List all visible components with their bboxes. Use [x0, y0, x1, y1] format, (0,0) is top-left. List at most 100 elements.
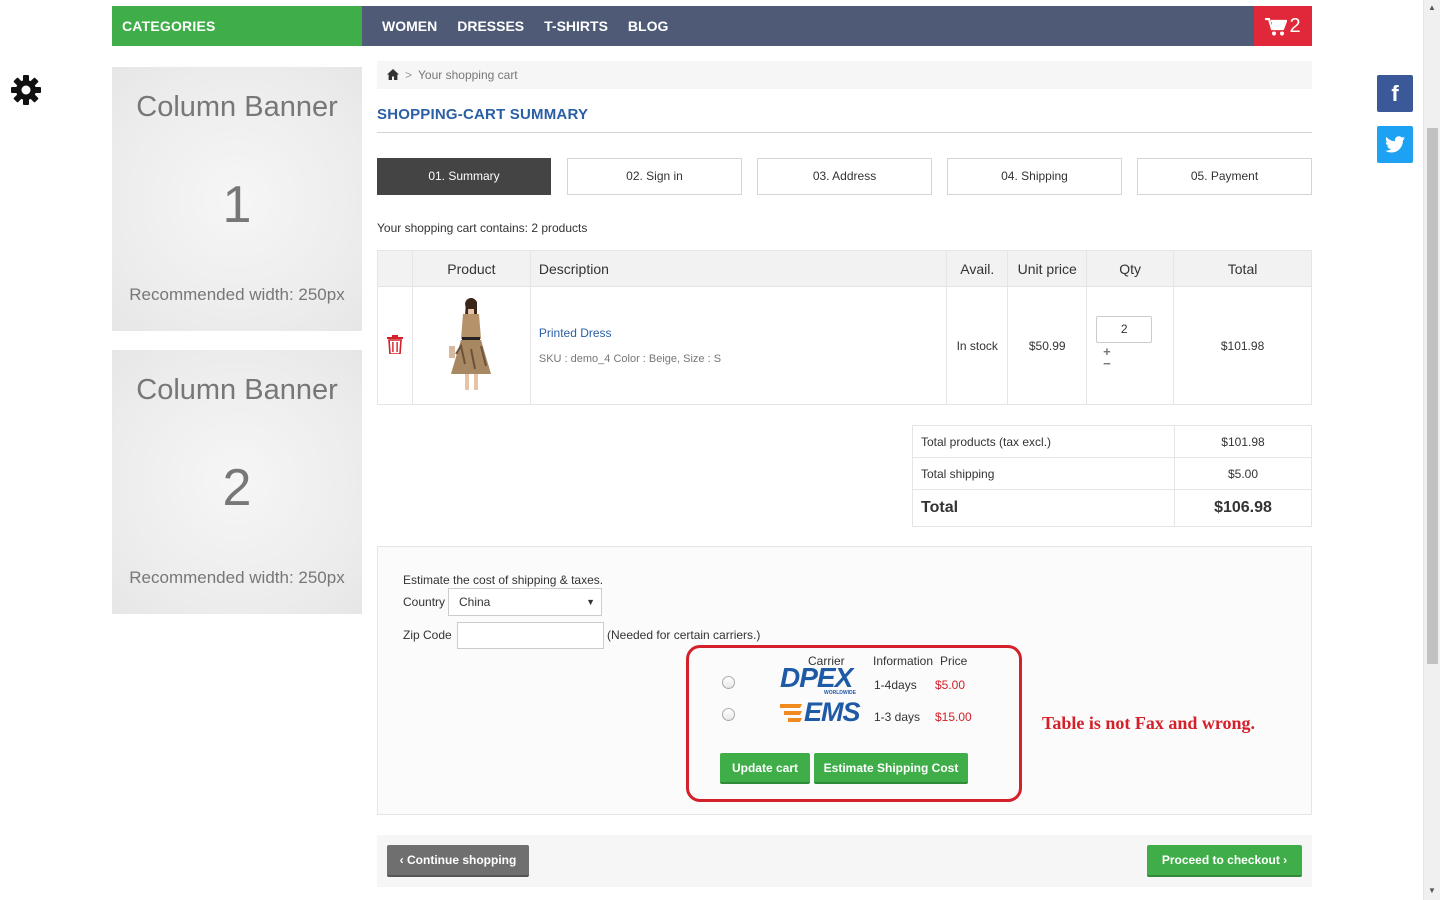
zip-code-input[interactable] — [457, 622, 604, 649]
dropdown-caret-icon: ▼ — [586, 597, 595, 607]
carrier-radio-ems[interactable] — [722, 708, 735, 721]
banner-title: Column Banner — [136, 91, 338, 123]
cart-button[interactable]: 2 — [1254, 6, 1312, 46]
step-shipping[interactable]: 04. Shipping — [947, 158, 1122, 195]
header-unit-price: Unit price — [1007, 250, 1088, 287]
home-icon[interactable] — [387, 69, 399, 80]
settings-gear-icon[interactable] — [10, 74, 42, 106]
price-column-header: Price — [940, 654, 968, 668]
continue-shopping-label: Continue shopping — [407, 853, 517, 867]
information-column-header: Information — [873, 654, 934, 668]
remove-cell — [377, 286, 413, 405]
shopping-cart-icon — [1265, 17, 1289, 36]
carrier-price: $5.00 — [935, 678, 966, 692]
country-selected-value: China — [459, 595, 491, 609]
country-select[interactable]: China ▼ — [448, 588, 602, 616]
country-label: Country — [403, 595, 446, 609]
update-cart-button[interactable]: Update cart — [720, 753, 810, 784]
carrier-days: 1-4days — [874, 678, 917, 692]
banner-title: Column Banner — [136, 374, 338, 406]
header-description: Description — [529, 250, 948, 287]
total-products-label: Total products (tax excl.) — [912, 425, 1175, 458]
product-image-cell — [411, 286, 531, 405]
scroll-down-arrow-icon[interactable]: ▼ — [1428, 886, 1436, 895]
cart-count: 2 — [1289, 15, 1301, 37]
page-scrollbar[interactable]: ▲ ▼ — [1423, 0, 1440, 900]
header-qty: Qty — [1086, 250, 1175, 287]
row-total-cell: $101.98 — [1173, 286, 1312, 405]
continue-shopping-button[interactable]: ‹ Continue shopping — [387, 845, 529, 877]
twitter-icon — [1385, 136, 1405, 153]
facebook-icon: f — [1391, 80, 1399, 106]
unit-price-cell: $50.99 — [1007, 286, 1088, 405]
step-summary[interactable]: 01. Summary — [377, 158, 551, 195]
estimate-shipping-cost-button[interactable]: Estimate Shipping Cost — [814, 753, 968, 784]
avail-cell: In stock — [946, 286, 1009, 405]
product-image[interactable] — [441, 294, 501, 394]
ems-logo-text: EMS — [804, 697, 861, 727]
column-banner-2[interactable]: Column Banner 2 Recommended width: 250px — [112, 350, 362, 614]
ems-logo: EMS — [780, 697, 872, 730]
header-remove — [377, 250, 413, 287]
step-sign-in[interactable]: 02. Sign in — [567, 158, 742, 195]
menu-item-blog[interactable]: BLOG — [628, 6, 668, 46]
breadcrumb-current: Your shopping cart — [418, 68, 518, 82]
zip-note: (Needed for certain carriers.) — [607, 628, 761, 642]
banner-recommend-text: Recommended width: 250px — [129, 285, 345, 304]
cart-actions-bar: ‹ Continue shopping Proceed to checkout … — [377, 835, 1312, 887]
header-product: Product — [411, 250, 531, 287]
estimate-intro: Estimate the cost of shipping & taxes. — [403, 573, 604, 587]
page-title: SHOPPING-CART SUMMARY — [377, 106, 1312, 133]
dpex-logo-sub: WORLDWIDE — [824, 690, 856, 696]
qty-cell: 2 + − — [1086, 286, 1175, 405]
column-banner-1[interactable]: Column Banner 1 Recommended width: 250px — [112, 67, 362, 331]
annotation-note: Table is not Fax and wrong. — [1042, 713, 1256, 733]
chevron-right-icon: › — [1279, 853, 1288, 867]
zip-label: Zip Code — [403, 628, 452, 642]
top-navigation-bar: CATEGORIES WOMEN DRESSES T-SHIRTS BLOG 2 — [112, 6, 1312, 46]
qty-minus-icon[interactable]: − — [1103, 357, 1173, 370]
menu-item-t-shirts[interactable]: T-SHIRTS — [544, 6, 608, 46]
menu-item-women[interactable]: WOMEN — [382, 6, 437, 46]
breadcrumb-separator: > — [405, 68, 413, 82]
totals-table: Total products (tax excl.) $101.98 Total… — [912, 425, 1312, 527]
cart-table-header: Product Description Avail. Unit price Qt… — [377, 250, 1312, 287]
step-address[interactable]: 03. Address — [757, 158, 932, 195]
grand-total-value: $106.98 — [1174, 489, 1312, 527]
qty-plus-icon[interactable]: + — [1103, 345, 1173, 358]
carrier-price: $15.00 — [935, 710, 972, 724]
main-menu: WOMEN DRESSES T-SHIRTS BLOG — [382, 6, 688, 46]
product-name-link[interactable]: Printed Dress — [539, 326, 946, 340]
proceed-to-checkout-label: Proceed to checkout — [1161, 853, 1280, 867]
total-shipping-label: Total shipping — [912, 457, 1175, 490]
trash-icon[interactable] — [386, 334, 403, 355]
twitter-share-button[interactable] — [1377, 126, 1413, 163]
cart-table: Product Description Avail. Unit price Qt… — [377, 250, 1312, 405]
step-payment[interactable]: 05. Payment — [1137, 158, 1312, 195]
facebook-share-button[interactable]: f — [1377, 75, 1413, 112]
chevron-left-icon: ‹ — [399, 853, 408, 867]
carrier-radio-dpex[interactable] — [722, 676, 735, 689]
dpex-logo: DPEX WORLDWIDE — [780, 662, 872, 698]
estimate-shipping-panel: Estimate the cost of shipping & taxes. C… — [377, 546, 1312, 815]
proceed-to-checkout-button[interactable]: Proceed to checkout › — [1147, 845, 1302, 877]
total-shipping-value: $5.00 — [1174, 457, 1312, 490]
quantity-input[interactable]: 2 — [1096, 315, 1153, 343]
header-avail: Avail. — [946, 250, 1009, 287]
product-sku: SKU : demo_4 Color : Beige, Size : S — [538, 353, 722, 365]
scroll-up-arrow-icon[interactable]: ▲ — [1428, 3, 1436, 12]
totals-row: Total $106.98 — [912, 489, 1312, 527]
menu-item-dresses[interactable]: DRESSES — [457, 6, 524, 46]
banner-number: 2 — [222, 459, 252, 517]
totals-row: Total products (tax excl.) $101.98 — [912, 425, 1312, 458]
table-row: Printed Dress SKU : demo_4 Color : Beige… — [377, 286, 1312, 405]
banner-recommend-text: Recommended width: 250px — [129, 568, 345, 587]
cart-summary-text: Your shopping cart contains: 2 products — [377, 221, 588, 235]
grand-total-label: Total — [912, 489, 1175, 527]
description-cell: Printed Dress SKU : demo_4 Color : Beige… — [529, 286, 948, 405]
header-total: Total — [1173, 250, 1312, 287]
banner-number: 1 — [222, 176, 252, 234]
scrollbar-thumb[interactable] — [1427, 128, 1438, 664]
categories-tab[interactable]: CATEGORIES — [112, 6, 362, 46]
carrier-days: 1-3 days — [874, 710, 921, 724]
